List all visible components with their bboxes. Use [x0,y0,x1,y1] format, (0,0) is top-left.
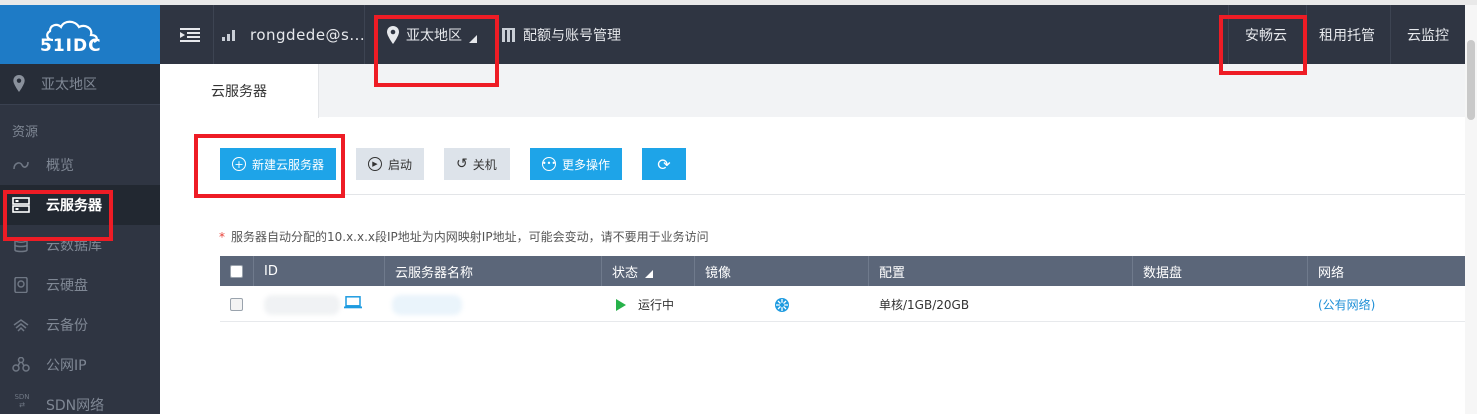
region-label: 亚太地区 [406,27,462,44]
sidebar-item-overview[interactable]: 概览 [0,145,160,185]
user-account-menu[interactable]: rongdede@s... [222,5,365,64]
more-actions-label: 更多操作 [562,157,611,172]
top-link-label: 安畅云 [1245,27,1287,44]
topbar-divider [364,5,365,64]
column-header-name[interactable]: 云服务器名称 [385,256,602,286]
sidebar-item-label: 云服务器 [46,198,102,214]
network-link[interactable]: (公有网络) [1318,287,1375,322]
start-button[interactable]: ▶ 启动 [356,148,424,180]
plus-circle-icon: + [232,157,246,171]
redacted-id [264,295,340,315]
menu-indent-icon [180,27,200,42]
public-ip-icon [12,357,30,372]
tab-strip: 云服务器 [160,64,1477,118]
sidebar-item-label: 云数据库 [46,238,102,254]
sidebar-item-label: 云硬盘 [46,278,88,294]
more-circle-icon: ••• [542,157,556,171]
running-play-icon [616,298,626,311]
os-image-icon [775,298,789,312]
ip-notice: * 服务器自动分配的10.x.x.x段IP地址为内网映射IP地址，可能会变动，请不… [219,228,709,245]
sidebar-item-label: SDN网络 [46,398,105,414]
row-select-cell [230,287,243,322]
column-header-data-disk[interactable]: 数据盘 [1133,256,1308,286]
redacted-name [392,295,462,315]
logo-text: 51IDC [40,36,102,56]
select-all-checkbox[interactable] [230,264,243,278]
column-header-status[interactable]: 状态 [602,256,695,286]
column-header-image[interactable]: 镜像 [695,256,869,286]
disk-icon [14,277,28,293]
console-monitor-icon[interactable] [344,296,362,309]
sidebar-item-backup[interactable]: 云备份 [0,305,160,345]
notice-text: 服务器自动分配的10.x.x.x段IP地址为内网映射IP地址，可能会变动，请不要… [231,230,709,244]
top-navigation: rongdede@s... 亚太地区 配额与账号管理 安畅云 租用托管 云监控 [160,5,1477,64]
tab-cloud-server[interactable]: 云服务器 [160,64,319,118]
toolbar-divider [195,194,1477,195]
dropdown-caret-icon [469,34,477,43]
top-link-label: 租用托管 [1319,27,1375,44]
refresh-icon: ⟳ [657,154,671,174]
sidebar-region-label: 亚太地区 [41,77,97,93]
top-link-hosting[interactable]: 租用托管 [1319,5,1375,64]
quota-grid-icon [502,27,515,42]
row-checkbox[interactable] [230,298,243,311]
topbar-divider [1306,5,1307,64]
sidebar-item-disk[interactable]: 云硬盘 [0,265,160,305]
region-selector[interactable]: 亚太地区 [387,5,477,64]
new-server-label: 新建云服务器 [252,157,325,172]
location-pin-icon [13,75,25,92]
config-cell: 单核/1GB/20GB [879,298,970,312]
power-cycle-icon: ↺ [456,156,468,172]
scrollbar-thumb[interactable] [1467,40,1475,120]
server-table-header: ID 云服务器名称 状态 镜像 配置 数据盘 网络 [220,256,1477,286]
overview-icon [13,161,29,170]
sidebar: 亚太地区 资源 概览 云服务器 云数据库 云硬盘 云备份 公网IP SDN ⇄ … [0,64,160,414]
notice-asterisk: * [219,230,225,244]
table-row[interactable]: 运行中 单核/1GB/20GB (公有网络) [220,287,1477,322]
more-actions-button[interactable]: ••• 更多操作 [530,148,622,180]
server-icon [12,197,30,213]
quota-account-link[interactable]: 配额与账号管理 [502,5,621,64]
topbar-divider [213,5,214,64]
sidebar-group-title: 资源 [12,125,39,140]
sdn-icon: SDN ⇄ [14,393,30,409]
column-header-label: 状态 [612,265,639,281]
top-link-monitor[interactable]: 云监控 [1407,5,1449,64]
sidebar-item-label: 概览 [46,158,74,174]
column-header-config[interactable]: 配置 [869,256,1133,286]
quota-label: 配额与账号管理 [523,27,621,44]
app-root: 51IDC rongdede@s... 亚太地区 配额与账号管理 安畅云 租用托… [0,0,1477,414]
backup-icon [13,319,29,332]
signal-icon [222,29,235,41]
top-link-anchang-cloud[interactable]: 安畅云 [1245,5,1287,64]
status-cell: 运行中 [616,287,674,322]
sidebar-item-label: 云备份 [46,318,88,334]
column-header-network[interactable]: 网络 [1308,256,1477,286]
sidebar-item-sdn[interactable]: SDN ⇄ SDN网络 [0,385,160,414]
shutdown-label: 关机 [472,157,497,172]
start-label: 启动 [388,157,413,172]
brand-logo[interactable]: 51IDC [0,5,160,64]
sidebar-region[interactable]: 亚太地区 [0,64,160,105]
topbar-divider [1228,5,1229,64]
sidebar-item-database[interactable]: 云数据库 [0,225,160,265]
database-icon [14,237,28,253]
sdn-badge-text: SDN [14,393,30,401]
sidebar-item-public-ip[interactable]: 公网IP [0,345,160,385]
sort-caret-icon [645,270,654,278]
top-link-label: 云监控 [1407,27,1449,44]
new-server-button[interactable]: + 新建云服务器 [220,148,336,180]
select-all-cell [220,256,254,286]
location-pin-icon [387,25,399,44]
username-label: rongdede@s... [250,25,366,44]
shutdown-button[interactable]: ↺ 关机 [444,148,510,180]
column-header-id[interactable]: ID [254,256,385,286]
sidebar-toggle-button[interactable] [180,5,200,64]
play-circle-icon: ▶ [368,157,382,171]
refresh-button[interactable]: ⟳ [642,148,686,180]
sidebar-item-cloud-server[interactable]: 云服务器 [0,185,160,225]
sidebar-item-label: 公网IP [46,358,87,374]
status-text: 运行中 [638,298,675,312]
topbar-divider [1390,5,1391,64]
